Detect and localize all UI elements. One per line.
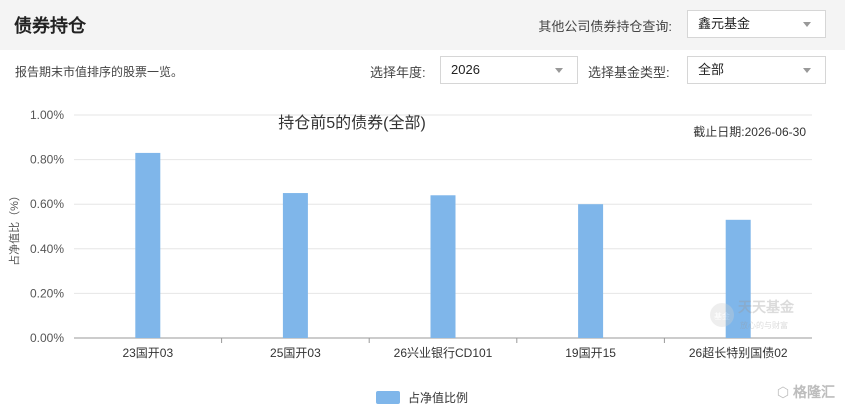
fund-type-select-value: 全部 bbox=[698, 62, 725, 77]
year-label: 选择年度: bbox=[370, 65, 426, 80]
brand-logo-icon: ⬡ bbox=[776, 384, 793, 400]
bar[interactable] bbox=[578, 204, 604, 338]
y-tick-label: 1.00% bbox=[30, 108, 64, 122]
watermark-logo: 基金 天天基金 放心的与财富 bbox=[710, 299, 795, 330]
legend-swatch bbox=[376, 391, 400, 404]
x-tick-label: 19国开15 bbox=[565, 346, 616, 360]
brand-watermark: ⬡ 格隆汇 bbox=[777, 382, 835, 402]
x-axis-ticks: 23国开03 25国开03 26兴业银行CD101 19国开15 26超长特别国债02 bbox=[122, 338, 788, 360]
brand-text: 格隆汇 bbox=[793, 384, 835, 400]
logo-subtext: 放心的与财富 bbox=[740, 320, 788, 330]
legend[interactable]: 占净值比例 bbox=[376, 389, 468, 406]
bar-chart: 0.00% 0.20% 0.40% 0.60% 0.80% 1.00% 23国开03 25国… bbox=[7, 108, 812, 360]
date-note: 截止日期:2026-06-30 bbox=[693, 125, 806, 139]
chevron-down-icon bbox=[803, 68, 811, 73]
chart-title: 持仓前5的债券(全部) bbox=[278, 114, 426, 132]
legend-label: 占净值比例 bbox=[408, 391, 469, 405]
chevron-down-icon bbox=[555, 68, 563, 73]
year-select[interactable]: 2026 bbox=[440, 56, 578, 84]
bar[interactable] bbox=[430, 195, 456, 338]
logo-text: 天天基金 bbox=[738, 299, 795, 315]
x-tick-label: 26兴业银行CD101 bbox=[394, 346, 493, 360]
logo-mark-text: 基金 bbox=[714, 311, 730, 321]
year-select-value: 2026 bbox=[451, 62, 480, 77]
x-tick-label: 23国开03 bbox=[122, 346, 173, 360]
x-tick-label: 25国开03 bbox=[270, 346, 321, 360]
y-tick-label: 0.00% bbox=[30, 331, 64, 345]
subtitle-text: 报告期末市值排序的股票一览。 bbox=[15, 65, 184, 79]
company-query-label: 其他公司债券持仓查询: bbox=[538, 19, 672, 34]
page-title: 债券持仓 bbox=[14, 16, 86, 37]
y-tick-label: 0.80% bbox=[30, 153, 64, 167]
bar[interactable] bbox=[135, 152, 161, 338]
y-axis-label: 占净值比（%） bbox=[7, 190, 21, 266]
x-tick-label: 26超长特别国债02 bbox=[689, 345, 788, 360]
y-tick-label: 0.40% bbox=[30, 242, 64, 256]
y-tick-label: 0.20% bbox=[30, 286, 64, 300]
y-axis-ticks: 0.00% 0.20% 0.40% 0.60% 0.80% 1.00% bbox=[30, 108, 64, 345]
header-bar: 债券持仓 其他公司债券持仓查询: 鑫元基金 bbox=[0, 0, 845, 50]
bars bbox=[135, 152, 751, 338]
company-select[interactable]: 鑫元基金 bbox=[687, 10, 826, 38]
company-select-value: 鑫元基金 bbox=[698, 16, 751, 31]
y-tick-label: 0.60% bbox=[30, 197, 64, 211]
fund-type-label: 选择基金类型: bbox=[588, 65, 670, 80]
bar[interactable] bbox=[282, 193, 308, 338]
chevron-down-icon bbox=[803, 22, 811, 27]
fund-type-select[interactable]: 全部 bbox=[687, 56, 826, 84]
